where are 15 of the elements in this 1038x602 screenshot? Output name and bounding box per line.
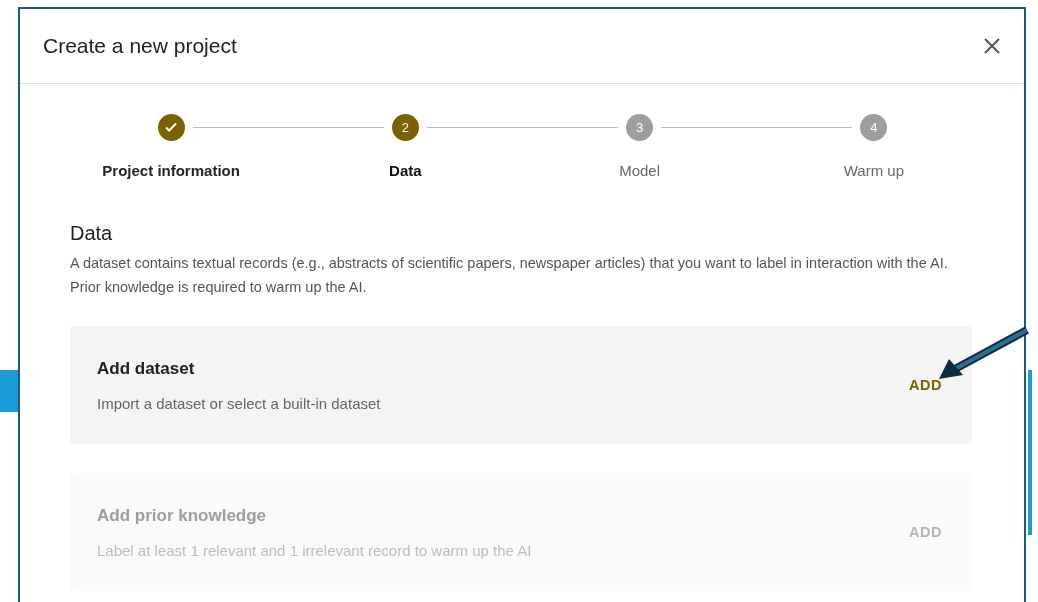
step-number: 4 xyxy=(860,113,888,141)
section-description: A dataset contains textual records (e.g., abstracts of scientific papers, newspaper articles) that you want to label in interaction with the AI. Prior knowledge is required to warm up the AI. xyxy=(70,254,949,297)
step-label: Model xyxy=(619,162,661,179)
step-number: 3 xyxy=(626,113,654,141)
card-title: Add dataset xyxy=(97,358,196,379)
step-label: Data xyxy=(389,162,422,179)
step-label: Project information xyxy=(102,162,240,179)
add-button[interactable]: ADD xyxy=(909,371,942,399)
card-title: Add prior knowledge xyxy=(97,505,268,526)
section-heading: Data xyxy=(70,222,114,245)
dialog-title: Create a new project xyxy=(43,34,237,58)
step-label: Warm up xyxy=(843,162,904,179)
card-description: Import a dataset or select a built-in dataset xyxy=(97,394,381,412)
step-number: 2 xyxy=(391,113,419,141)
card-description: Label at least 1 relevant and 1 irrelevant record to warm up the AI xyxy=(97,541,532,559)
